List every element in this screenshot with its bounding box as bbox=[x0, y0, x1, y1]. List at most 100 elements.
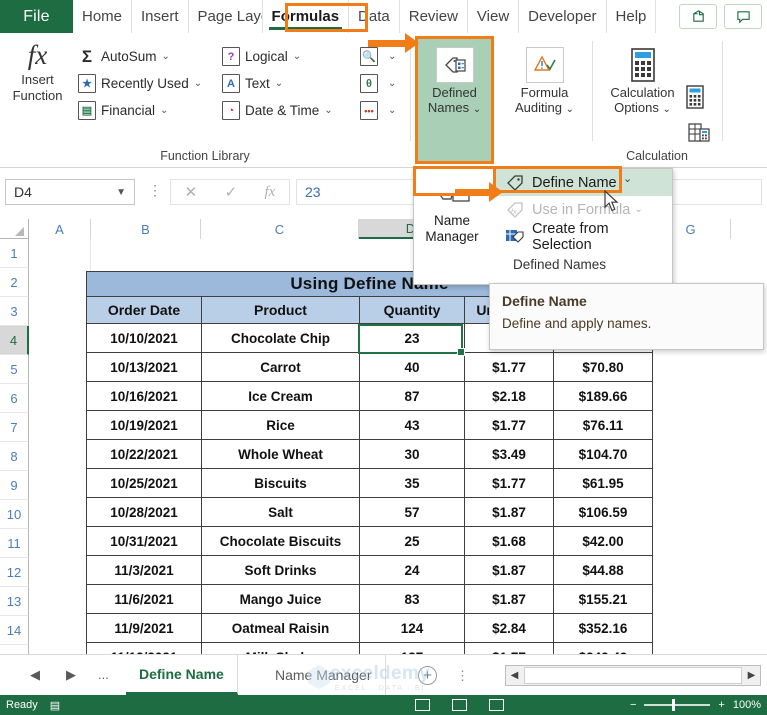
nav-prev-sheet-icon[interactable]: ◀ bbox=[30, 667, 40, 683]
table-row[interactable]: 10/31/2021 Chocolate Biscuits 25 $1.68 $42.0… bbox=[86, 526, 653, 556]
table-cell[interactable]: 10/16/2021 bbox=[86, 381, 202, 411]
more-functions-button[interactable]: ••• ⌄ bbox=[360, 97, 396, 124]
table-cell[interactable]: Carrot bbox=[201, 352, 360, 382]
table-cell[interactable]: $189.66 bbox=[553, 381, 653, 411]
table-row[interactable]: 10/25/2021 Biscuits 35 $1.77 $61.95 bbox=[86, 468, 653, 498]
menu-item-define-name[interactable]: Define Name bbox=[496, 169, 672, 196]
table-row[interactable]: 11/3/2021 Soft Drinks 24 $1.87 $44.88 bbox=[86, 555, 653, 585]
table-cell[interactable]: Chocolate Chip bbox=[201, 323, 360, 353]
table-cell[interactable]: Biscuits bbox=[201, 468, 360, 498]
tab-developer[interactable]: Developer bbox=[519, 0, 607, 33]
zoom-level-label[interactable]: 100% bbox=[733, 699, 761, 711]
fx-icon[interactable]: fx bbox=[264, 184, 275, 201]
text-button[interactable]: A Text ⌄ bbox=[222, 70, 333, 97]
table-cell[interactable]: 57 bbox=[359, 497, 465, 527]
table-header-cell[interactable]: Quantity bbox=[359, 296, 465, 324]
tab-review[interactable]: Review bbox=[400, 0, 468, 33]
table-cell[interactable]: $70.80 bbox=[553, 352, 653, 382]
table-row[interactable]: 10/16/2021 Ice Cream 87 $2.18 $189.66 bbox=[86, 381, 653, 411]
table-cell[interactable]: 10/25/2021 bbox=[86, 468, 202, 498]
table-row[interactable]: 10/28/2021 Salt 57 $1.87 $106.59 bbox=[86, 497, 653, 527]
sheet-bar-overflow-icon[interactable]: ⋮ bbox=[456, 668, 469, 684]
nav-more-sheets-icon[interactable]: ... bbox=[98, 667, 109, 682]
logical-button[interactable]: ? Logical ⌄ bbox=[222, 43, 333, 70]
zoom-out-button[interactable]: − bbox=[630, 699, 636, 711]
table-cell[interactable]: $155.21 bbox=[553, 584, 653, 614]
horizontal-scrollbar[interactable]: ◀ ▶ bbox=[505, 665, 761, 686]
table-cell[interactable]: Oatmeal Raisin bbox=[201, 613, 360, 643]
row-header-10[interactable]: 10 bbox=[0, 500, 29, 529]
table-cell[interactable]: 11/12/2021 bbox=[86, 642, 202, 654]
row-header-13[interactable]: 13 bbox=[0, 587, 29, 616]
insert-function-button[interactable]: fx Insert Function bbox=[5, 38, 70, 104]
table-cell[interactable]: $76.11 bbox=[553, 410, 653, 440]
zoom-slider-knob[interactable] bbox=[672, 699, 676, 711]
table-cell[interactable]: Whole Wheat bbox=[201, 439, 360, 469]
calculation-options-button[interactable]: Calculation Options ⌄ bbox=[600, 41, 685, 117]
normal-view-icon[interactable] bbox=[415, 699, 430, 711]
table-cell[interactable]: Ice Cream bbox=[201, 381, 360, 411]
recently-used-button[interactable]: ★ Recently Used ⌄ bbox=[78, 70, 202, 97]
table-row[interactable]: 11/12/2021Milk Shake137$1.77$242.49 bbox=[86, 642, 653, 654]
table-cell[interactable]: 10/19/2021 bbox=[86, 410, 202, 440]
tab-view[interactable]: View bbox=[468, 0, 520, 33]
chevron-down-icon[interactable]: ⌄ bbox=[275, 78, 283, 89]
table-cell[interactable]: $1.87 bbox=[464, 584, 554, 614]
table-cell[interactable]: 11/3/2021 bbox=[86, 555, 202, 585]
column-header-b[interactable]: B bbox=[91, 219, 201, 239]
row-header-11[interactable]: 11 bbox=[0, 529, 29, 558]
table-cell[interactable]: $104.70 bbox=[553, 439, 653, 469]
table-cell[interactable]: 10/28/2021 bbox=[86, 497, 202, 527]
tab-insert[interactable]: Insert bbox=[132, 0, 189, 33]
table-row[interactable]: 11/6/2021 Mango Juice 83 $1.87 $155.21 bbox=[86, 584, 653, 614]
table-cell[interactable]: 25 bbox=[359, 526, 465, 556]
table-cell[interactable]: $1.77 bbox=[464, 410, 554, 440]
enter-check-icon[interactable]: ✓ bbox=[225, 183, 238, 201]
nav-next-sheet-icon[interactable]: ▶ bbox=[66, 667, 76, 683]
table-row[interactable]: 10/13/2021 Carrot 40 $1.77 $70.80 bbox=[86, 352, 653, 382]
chevron-down-icon[interactable]: ⌄ bbox=[160, 105, 168, 116]
chevron-down-icon[interactable]: ⌄ bbox=[473, 104, 481, 115]
share-icon[interactable] bbox=[679, 4, 717, 29]
table-cell[interactable]: Chocolate Biscuits bbox=[201, 526, 360, 556]
table-cell[interactable]: Mango Juice bbox=[201, 584, 360, 614]
scrollbar-thumb[interactable] bbox=[524, 667, 742, 684]
table-cell[interactable]: $61.95 bbox=[553, 468, 653, 498]
chevron-down-icon[interactable]: ⌄ bbox=[388, 78, 396, 89]
table-cell[interactable]: $1.77 bbox=[464, 468, 554, 498]
define-name-split-chevron-icon[interactable]: ⌄ bbox=[623, 172, 632, 185]
row-header-6[interactable]: 6 bbox=[0, 384, 29, 413]
chevron-down-icon[interactable]: ⌄ bbox=[194, 78, 202, 89]
table-row[interactable]: 11/9/2021 Oatmeal Raisin 124 $2.84 $352.16 bbox=[86, 613, 653, 643]
chevron-down-icon[interactable]: ⌄ bbox=[293, 51, 301, 62]
row-header-9[interactable]: 9 bbox=[0, 471, 29, 500]
table-cell[interactable]: $1.87 bbox=[464, 555, 554, 585]
tab-data[interactable]: Data bbox=[349, 0, 400, 33]
table-cell[interactable]: Rice bbox=[201, 410, 360, 440]
row-header-15[interactable]: 15 bbox=[0, 645, 29, 654]
table-cell[interactable]: 30 bbox=[359, 439, 465, 469]
table-cell[interactable]: 11/6/2021 bbox=[86, 584, 202, 614]
table-cell[interactable]: 40 bbox=[359, 352, 465, 382]
calculate-now-button[interactable] bbox=[686, 85, 704, 114]
row-header-7[interactable]: 7 bbox=[0, 413, 29, 442]
calculate-sheet-button[interactable] bbox=[688, 123, 710, 148]
table-cell[interactable]: 137 bbox=[359, 642, 465, 654]
table-cell[interactable]: 83 bbox=[359, 584, 465, 614]
scroll-left-icon[interactable]: ◀ bbox=[506, 666, 523, 685]
table-cell[interactable]: $242.49 bbox=[553, 642, 653, 654]
formula-bar-more[interactable]: ⋮ bbox=[148, 182, 162, 199]
chevron-down-icon[interactable]: ⌄ bbox=[162, 51, 170, 62]
table-cell[interactable]: Salt bbox=[201, 497, 360, 527]
table-cell[interactable]: 43 bbox=[359, 410, 465, 440]
table-cell[interactable]: $1.68 bbox=[464, 526, 554, 556]
column-header-h[interactable] bbox=[731, 219, 767, 239]
table-header-cell[interactable]: Order Date bbox=[86, 296, 202, 324]
table-cell[interactable]: $42.00 bbox=[553, 526, 653, 556]
tab-formulas[interactable]: Formulas bbox=[263, 0, 350, 33]
table-cell[interactable]: $2.84 bbox=[464, 613, 554, 643]
comments-icon[interactable] bbox=[724, 4, 762, 29]
table-cell[interactable]: 23 bbox=[359, 323, 465, 353]
row-header-12[interactable]: 12 bbox=[0, 558, 29, 587]
name-manager-button[interactable]: Name Manager bbox=[416, 172, 488, 245]
